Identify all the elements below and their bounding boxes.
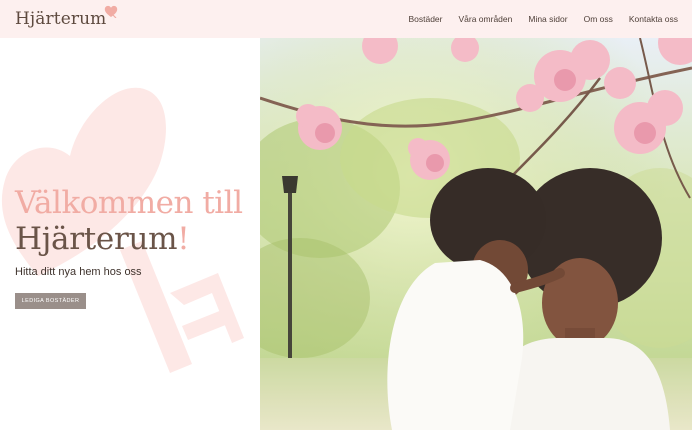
- available-homes-button[interactable]: LEDIGA BOSTÄDER: [15, 293, 86, 309]
- hero-title-exclaim: !: [177, 221, 190, 257]
- site-header: Hjärterum Bostäder Våra områden Mina sid…: [0, 0, 692, 38]
- nav-item-kontakta-oss[interactable]: Kontakta oss: [629, 14, 678, 24]
- hero-title-line1: Välkommen till: [15, 185, 243, 221]
- logo-text: Hjärterum: [15, 9, 107, 29]
- hero-title-brand: Hjärterum: [15, 221, 178, 257]
- nav-item-mina-sidor[interactable]: Mina sidor: [528, 14, 567, 24]
- hero-panel: Välkommen till Hjärterum! Hitta ditt nya…: [0, 38, 260, 430]
- heart-icon: [105, 5, 118, 18]
- hero-photo: [260, 38, 692, 430]
- hero-subtitle: Hitta ditt nya hem hos oss: [15, 266, 142, 278]
- main-nav: Bostäder Våra områden Mina sidor Om oss …: [392, 14, 678, 24]
- nav-item-vara-omraden[interactable]: Våra områden: [458, 14, 512, 24]
- logo[interactable]: Hjärterum: [15, 5, 118, 29]
- hero-title: Välkommen till Hjärterum!: [15, 185, 243, 257]
- hero-photo-illustration: [260, 38, 692, 430]
- hero-title-line2: Hjärterum!: [15, 221, 243, 257]
- nav-item-bostader[interactable]: Bostäder: [408, 14, 442, 24]
- nav-item-om-oss[interactable]: Om oss: [584, 14, 613, 24]
